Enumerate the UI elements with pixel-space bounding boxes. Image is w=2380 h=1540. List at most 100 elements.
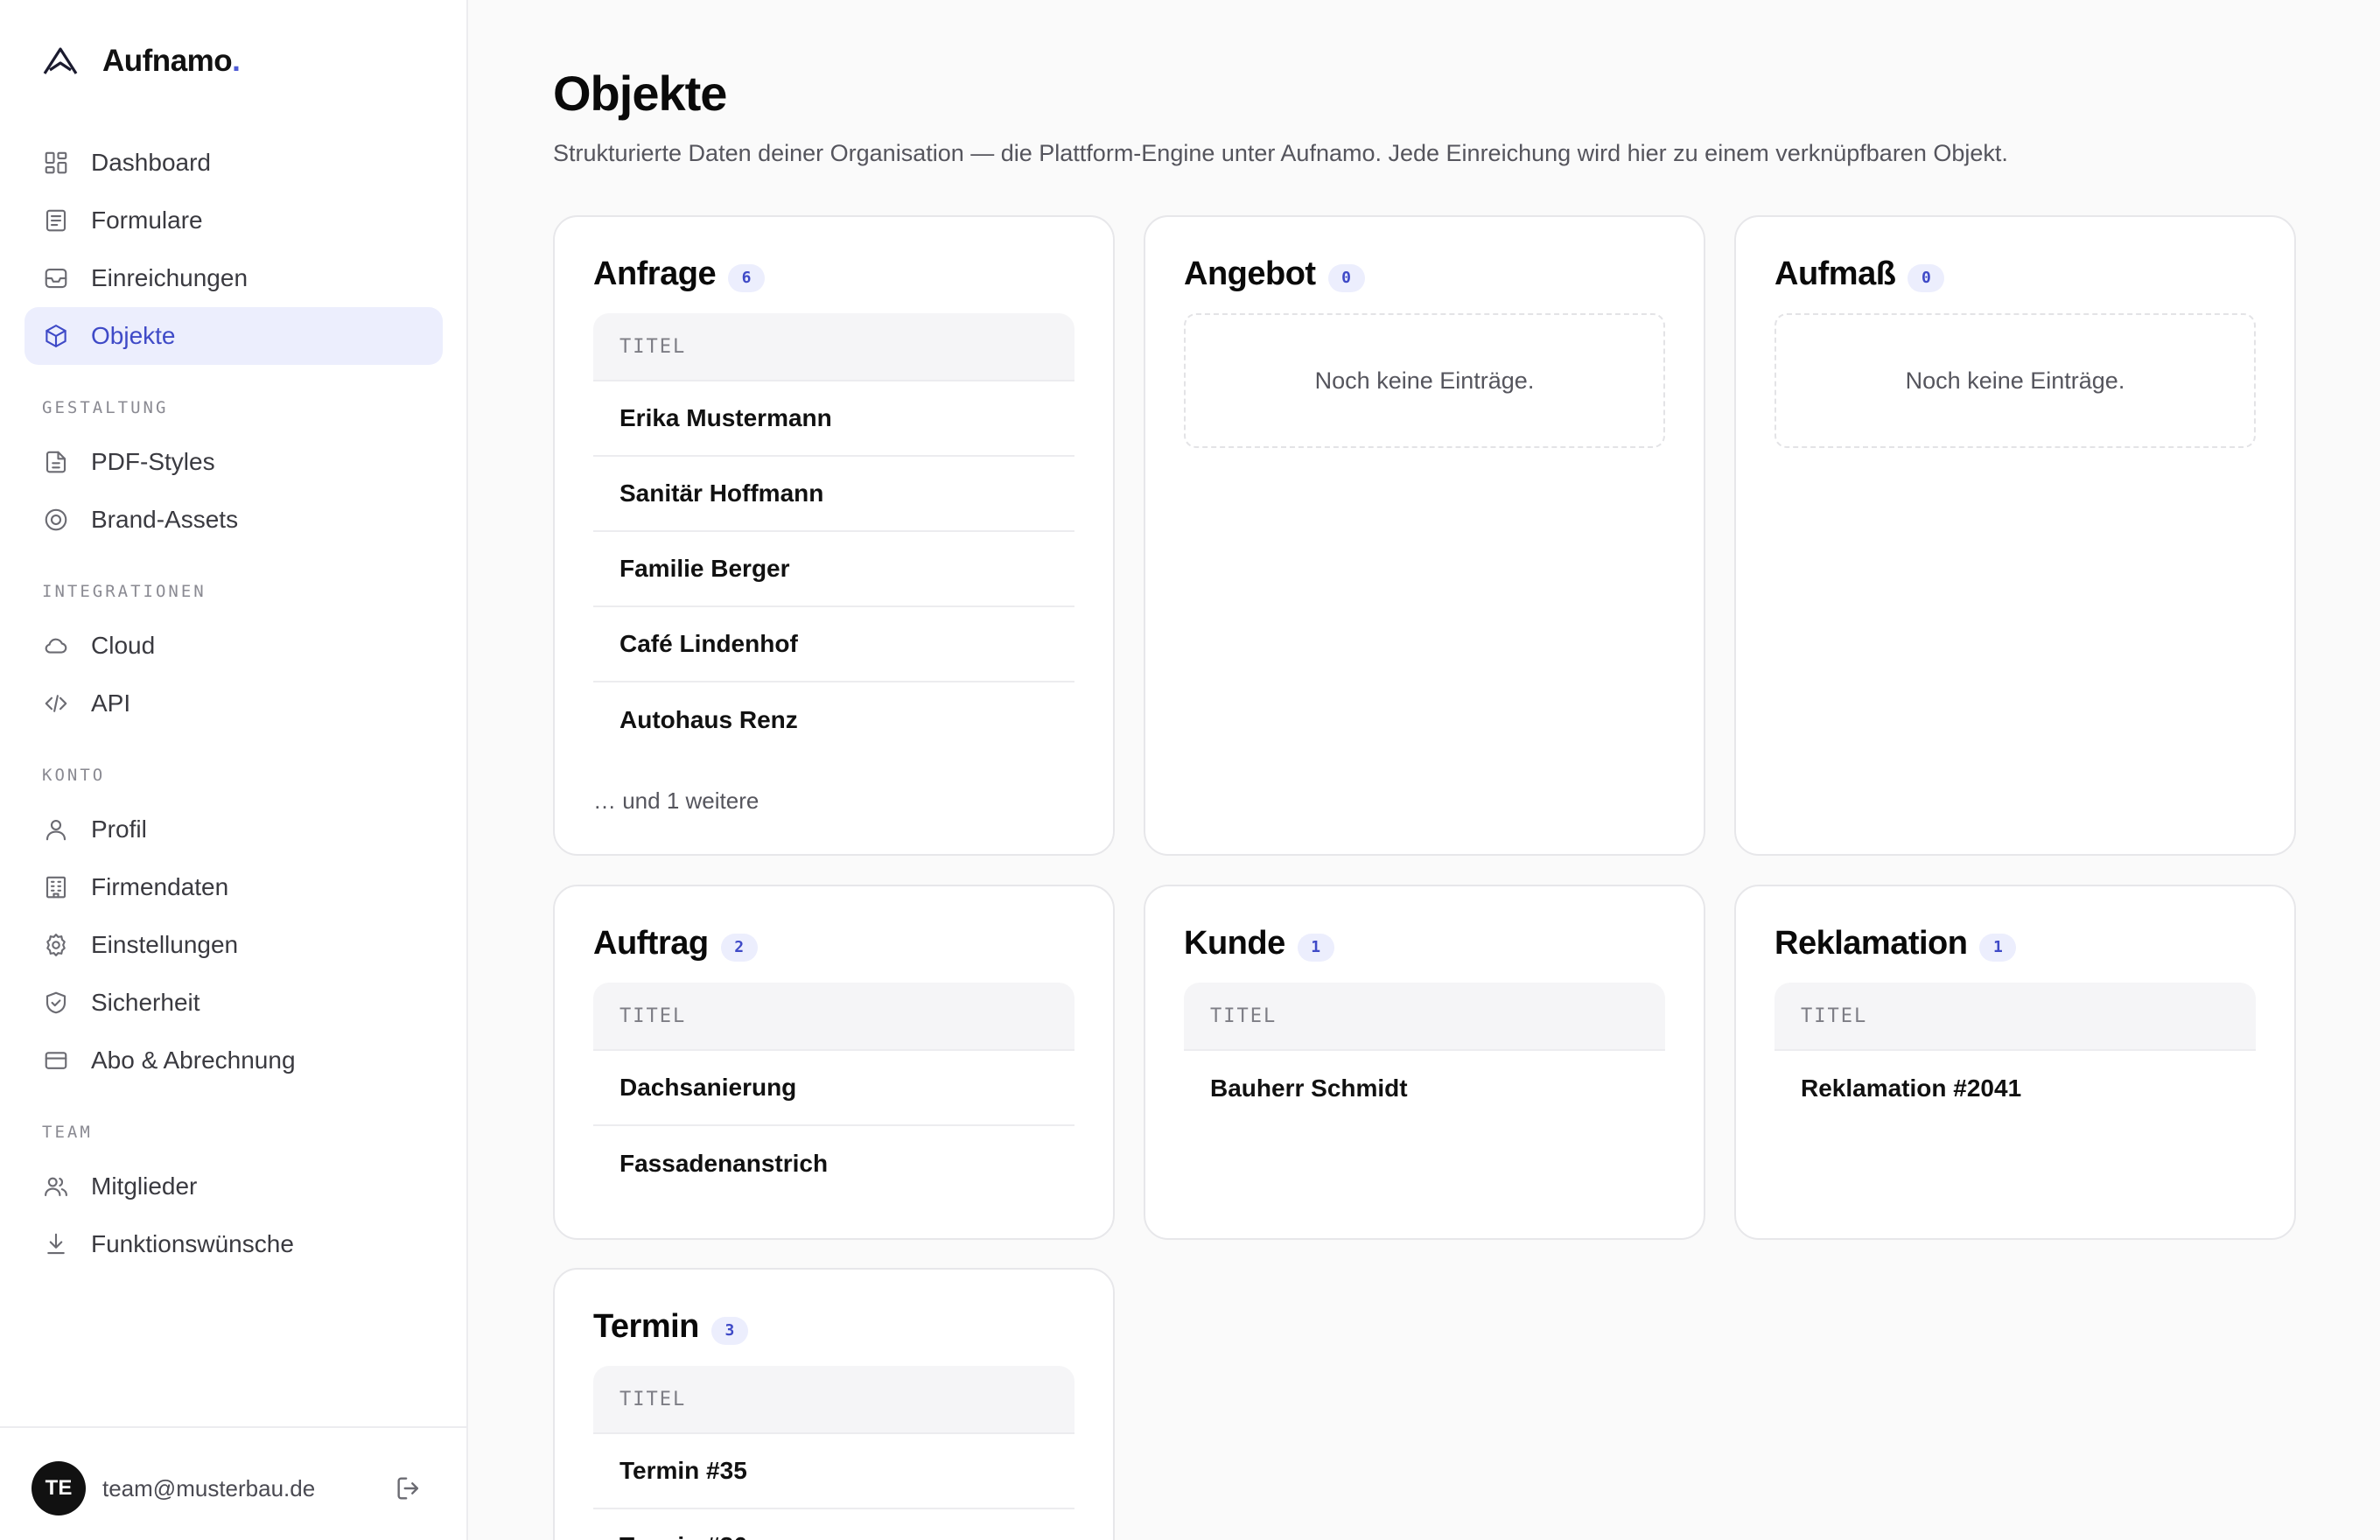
card-header: Termin 3 <box>593 1308 748 1346</box>
sidebar-item-formulare[interactable]: Formulare <box>24 192 443 249</box>
sidebar-item-label: Firmendaten <box>91 873 229 900</box>
target-icon <box>42 506 70 534</box>
table-row[interactable]: Café Lindenhof <box>593 607 1074 682</box>
sidebar-item-funktionswuensche[interactable]: Funktionswünsche <box>24 1215 443 1273</box>
sidebar: Aufnamo. Dashboard Formulare Einreichung… <box>0 0 468 1540</box>
user-bar: TE team@musterbau.de <box>0 1426 468 1540</box>
column-header-titel[interactable]: TITEL <box>593 1366 1074 1434</box>
object-card-termin: Termin 3 TITEL Termin #35 Termin #36 <box>553 1268 1115 1540</box>
code-icon <box>42 690 70 718</box>
brand[interactable]: Aufnamo. <box>41 42 241 80</box>
object-card-aufmass: Aufmaß 0 Noch keine Einträge. <box>1734 215 2296 856</box>
sidebar-item-objekte[interactable]: Objekte <box>24 307 443 365</box>
sidebar-item-abo-abrechnung[interactable]: Abo & Abrechnung <box>24 1032 443 1089</box>
card-title[interactable]: Aufmaß <box>1774 256 1896 293</box>
section-label-gestaltung: GESTALTUNG <box>42 398 169 417</box>
section-label-konto: KONTO <box>42 766 106 785</box>
sidebar-item-label: Abo & Abrechnung <box>91 1046 296 1074</box>
logout-button[interactable] <box>394 1474 424 1503</box>
object-table: TITEL Erika Mustermann Sanitär Hoffmann … <box>593 313 1074 758</box>
object-table: TITEL Bauherr Schmidt <box>1184 983 1665 1126</box>
sidebar-item-label: Profil <box>91 816 147 843</box>
gear-icon <box>42 931 70 959</box>
column-header-titel[interactable]: TITEL <box>1184 983 1665 1051</box>
sidebar-item-label: Einstellungen <box>91 931 239 958</box>
table-row[interactable]: Familie Berger <box>593 532 1074 607</box>
building-icon <box>42 873 70 901</box>
count-badge: 1 <box>1297 933 1334 962</box>
logo-icon <box>43 47 78 74</box>
sidebar-item-einreichungen[interactable]: Einreichungen <box>24 249 443 307</box>
logout-icon <box>397 1477 419 1500</box>
sidebar-item-einstellungen[interactable]: Einstellungen <box>24 916 443 974</box>
sidebar-item-label: Dashboard <box>91 149 211 176</box>
card-title[interactable]: Reklamation <box>1774 925 1968 962</box>
column-header-titel[interactable]: TITEL <box>593 983 1074 1051</box>
sidebar-item-label: Funktionswünsche <box>91 1230 294 1257</box>
card-title[interactable]: Anfrage <box>593 256 717 293</box>
section-label-team: TEAM <box>42 1123 93 1142</box>
credit-card-icon <box>42 1046 70 1074</box>
object-card-anfrage: Anfrage 6 TITEL Erika Mustermann Sanitär… <box>553 215 1115 856</box>
column-header-titel[interactable]: TITEL <box>593 313 1074 382</box>
card-header: Reklamation 1 <box>1774 925 2017 962</box>
object-card-angebot: Angebot 0 Noch keine Einträge. <box>1144 215 1705 856</box>
sidebar-item-label: Sicherheit <box>91 989 200 1016</box>
card-title[interactable]: Auftrag <box>593 925 709 962</box>
sidebar-item-api[interactable]: API <box>24 675 443 732</box>
cloud-icon <box>42 632 70 660</box>
table-row[interactable]: Dachsanierung <box>593 1051 1074 1126</box>
form-icon <box>42 206 70 234</box>
page-title: Objekte <box>553 66 727 121</box>
count-badge: 0 <box>1908 263 1945 292</box>
count-badge: 0 <box>1327 263 1365 292</box>
sidebar-item-label: Objekte <box>91 322 176 349</box>
object-card-reklamation: Reklamation 1 TITEL Reklamation #2041 <box>1734 885 2296 1240</box>
table-row[interactable]: Fassadenanstrich <box>593 1126 1074 1201</box>
sidebar-item-dashboard[interactable]: Dashboard <box>24 134 443 192</box>
users-icon <box>42 1172 70 1200</box>
more-link[interactable]: … und 1 weitere <box>593 788 759 815</box>
sidebar-item-label: Formulare <box>91 206 203 234</box>
sidebar-item-pdf-styles[interactable]: PDF-Styles <box>24 433 443 491</box>
object-card-auftrag: Auftrag 2 TITEL Dachsanierung Fassadenan… <box>553 885 1115 1240</box>
table-row[interactable]: Termin #36 <box>593 1509 1074 1540</box>
download-icon <box>42 1230 70 1258</box>
file-icon <box>42 448 70 476</box>
card-header: Kunde 1 <box>1184 925 1334 962</box>
object-table: TITEL Reklamation #2041 <box>1774 983 2256 1126</box>
table-row[interactable]: Sanitär Hoffmann <box>593 457 1074 532</box>
avatar[interactable]: TE <box>32 1461 86 1516</box>
table-row[interactable]: Termin #35 <box>593 1434 1074 1509</box>
table-row[interactable]: Erika Mustermann <box>593 382 1074 457</box>
object-card-kunde: Kunde 1 TITEL Bauherr Schmidt <box>1144 885 1705 1240</box>
table-row[interactable]: Reklamation #2041 <box>1774 1051 2256 1126</box>
count-badge: 6 <box>728 263 766 292</box>
sidebar-item-mitglieder[interactable]: Mitglieder <box>24 1158 443 1215</box>
dashboard-icon <box>42 149 70 177</box>
card-title[interactable]: Kunde <box>1184 925 1285 962</box>
inbox-icon <box>42 264 70 292</box>
table-row[interactable]: Autohaus Renz <box>593 682 1074 758</box>
empty-state: Noch keine Einträge. <box>1774 313 2256 448</box>
card-header: Angebot 0 <box>1184 256 1365 293</box>
sidebar-item-profil[interactable]: Profil <box>24 801 443 858</box>
brand-name: Aufnamo. <box>102 44 241 78</box>
count-badge: 2 <box>720 933 758 962</box>
count-badge: 1 <box>1979 933 2017 962</box>
sidebar-item-label: Einreichungen <box>91 264 248 291</box>
sidebar-item-cloud[interactable]: Cloud <box>24 617 443 675</box>
sidebar-item-sicherheit[interactable]: Sicherheit <box>24 974 443 1032</box>
card-header: Auftrag 2 <box>593 925 758 962</box>
empty-state: Noch keine Einträge. <box>1184 313 1665 448</box>
sidebar-item-firmendaten[interactable]: Firmendaten <box>24 858 443 916</box>
sidebar-item-brand-assets[interactable]: Brand-Assets <box>24 491 443 549</box>
sidebar-item-label: Cloud <box>91 632 156 659</box>
card-title[interactable]: Angebot <box>1184 256 1316 293</box>
section-label-integrationen: INTEGRATIONEN <box>42 582 206 601</box>
card-title[interactable]: Termin <box>593 1308 699 1346</box>
column-header-titel[interactable]: TITEL <box>1774 983 2256 1051</box>
user-email: team@musterbau.de <box>102 1475 316 1502</box>
shield-icon <box>42 989 70 1017</box>
table-row[interactable]: Bauherr Schmidt <box>1184 1051 1665 1126</box>
